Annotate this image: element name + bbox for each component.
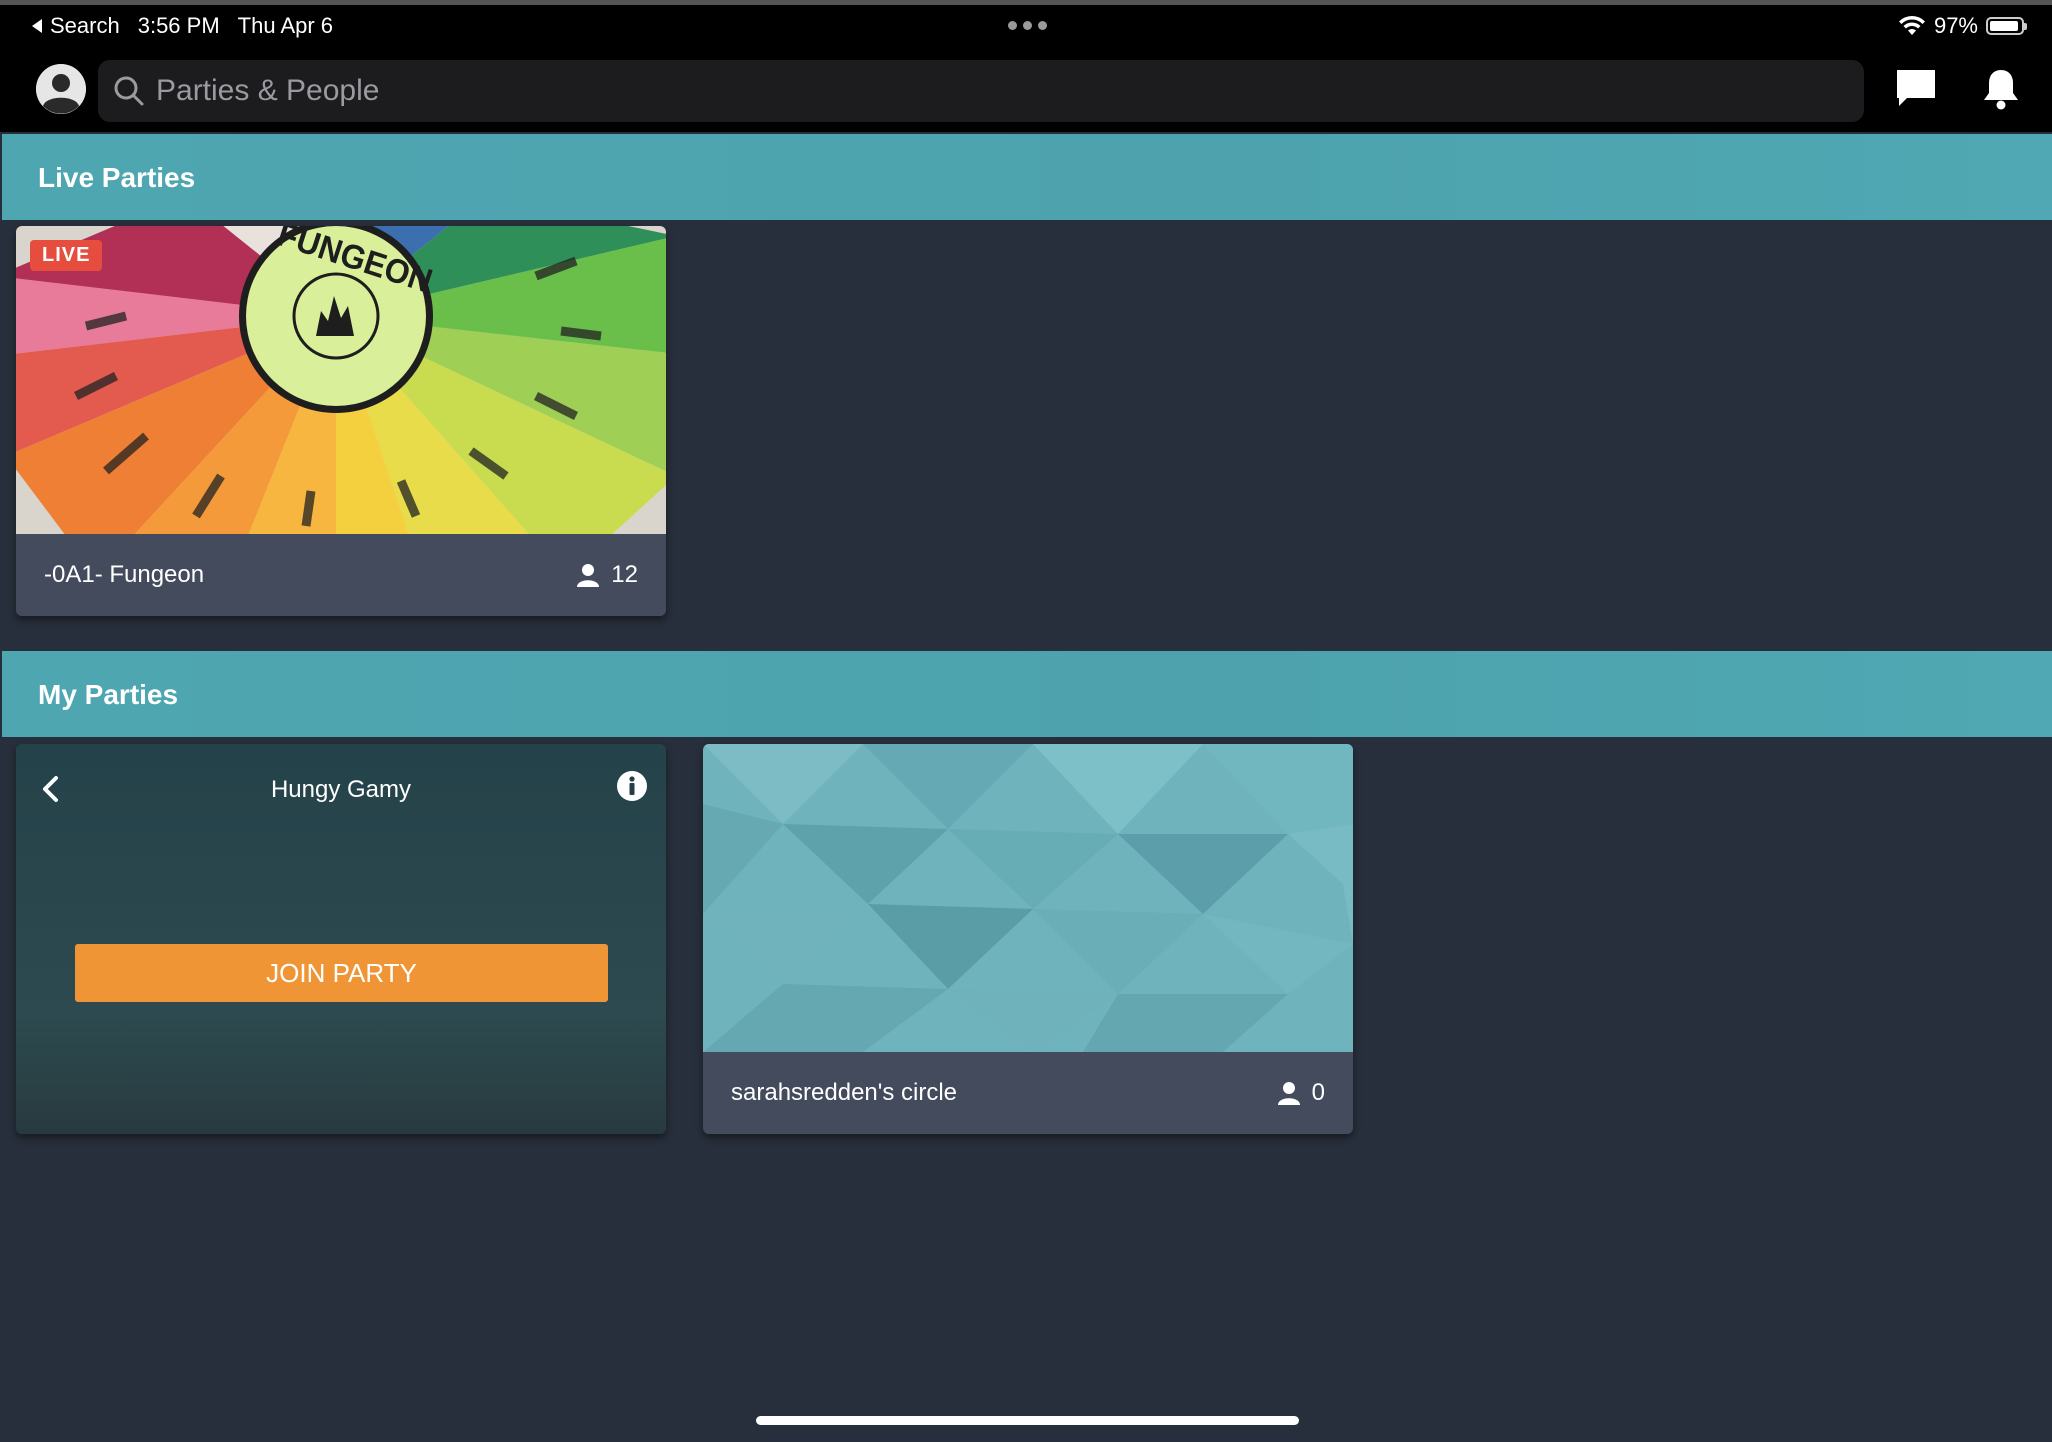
party-thumbnail-image: FUNGEON [16,226,666,534]
member-count-value: 0 [1311,1079,1325,1106]
status-time: 3:56 PM [137,13,220,38]
app-header [0,54,2052,132]
battery-percent: 97% [1933,13,1978,38]
card-footer: -0A1- Fungeon 12 [16,534,666,616]
back-triangle-icon [32,19,42,33]
chat-icon[interactable] [1893,66,1939,112]
user-avatar-icon [36,64,86,114]
party-name: sarahsredden's circle [731,1079,958,1106]
member-count: 12 [577,561,638,589]
search-bar[interactable] [98,60,1864,122]
live-parties-header: Live Parties [2,134,2052,220]
status-bar: Search 3:56 PM Thu Apr 6 97% [0,0,2052,54]
back-label: Search [50,13,120,38]
status-bar-top-line [0,0,2052,5]
person-icon [577,564,600,587]
notification-bell-icon[interactable] [1978,66,2024,112]
member-count: 0 [1277,1079,1325,1107]
party-thumbnail-image [703,744,1353,1052]
live-party-card[interactable]: FUNGEON LIVE -0A1- Fungeon 12 [16,226,666,616]
party-name: -0A1- Fungeon [44,561,205,588]
person-icon [1277,1082,1300,1105]
home-indicator[interactable] [756,1416,1299,1425]
my-parties-header: My Parties [2,651,2052,737]
multitasking-dots-icon[interactable] [1008,21,1047,30]
back-to-search-link[interactable]: Search [30,13,120,39]
join-party-button[interactable]: JOIN PARTY [75,944,608,1002]
info-icon[interactable] [616,770,648,802]
battery-icon [1986,17,2027,35]
search-icon [114,76,144,106]
status-date: Thu Apr 6 [237,13,334,38]
wifi-icon [1898,15,1925,35]
live-badge: LIVE [30,240,103,271]
search-input[interactable] [154,73,1758,109]
profile-avatar-button[interactable] [36,64,86,114]
section-title: My Parties [38,679,179,710]
member-count-value: 12 [611,561,638,588]
section-title: Live Parties [38,162,196,193]
card-footer: sarahsredden's circle 0 [703,1052,1353,1134]
hungy-gamy-party-card: Hungy Gamy JOIN PARTY [16,744,666,1134]
party-title: Hungy Gamy [270,776,412,803]
circle-party-card[interactable]: sarahsredden's circle 0 [703,744,1353,1134]
